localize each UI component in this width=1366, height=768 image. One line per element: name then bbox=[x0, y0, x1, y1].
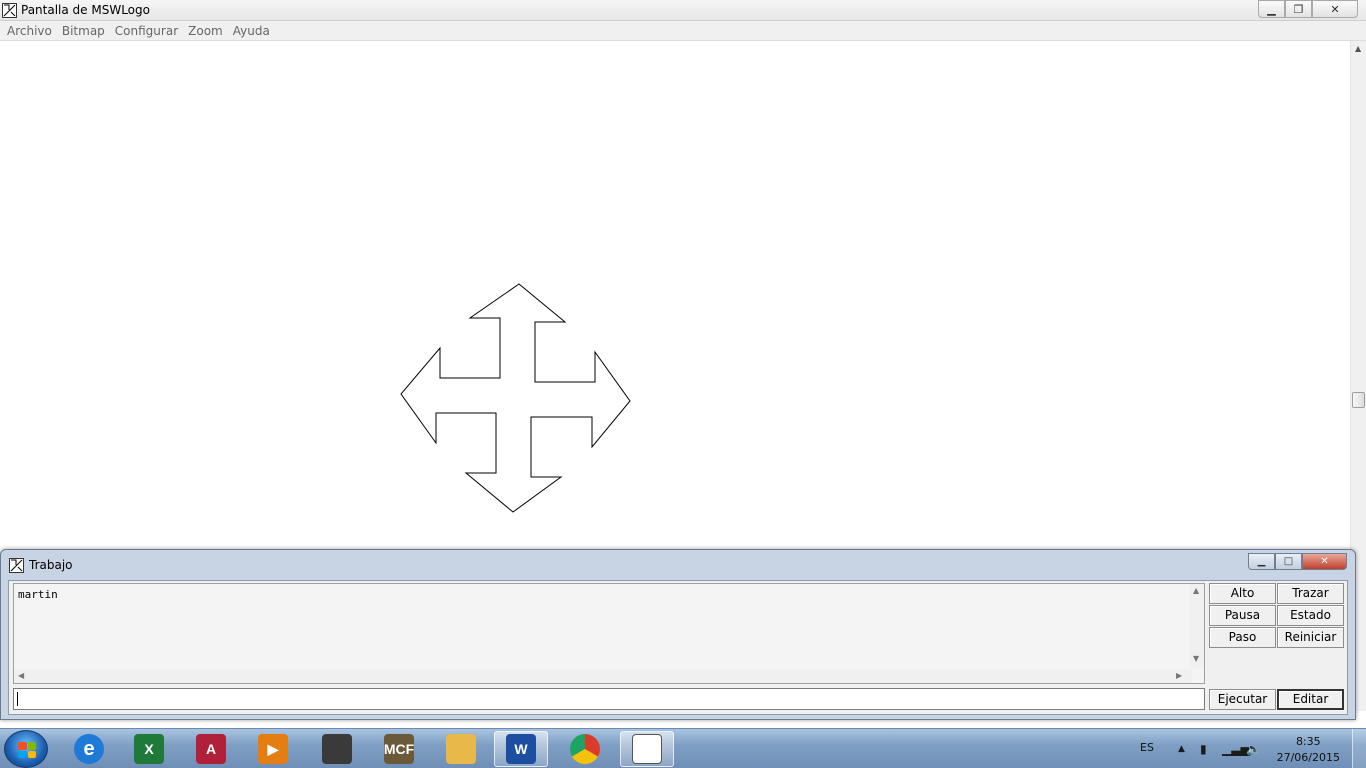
access-icon: A bbox=[196, 734, 226, 764]
show-hidden-icons-icon[interactable]: ▲ bbox=[1178, 744, 1185, 754]
game-icon bbox=[322, 734, 352, 764]
menu-archivo[interactable]: Archivo bbox=[2, 21, 57, 40]
trabajo-minimize-button[interactable]: ▁ bbox=[1248, 553, 1275, 570]
ejecutar-button[interactable]: Ejecutar bbox=[1209, 689, 1276, 710]
restore-button[interactable]: ❐ bbox=[1285, 0, 1312, 18]
trabajo-window: Trabajo ▁ □ ✕ martin ▲ ▼ ◀ ▶ Alto Trazar… bbox=[0, 549, 1356, 720]
mcf-icon: MCF bbox=[384, 734, 414, 764]
menu-configurar[interactable]: Configurar bbox=[110, 21, 183, 40]
media-player-icon: ▶ bbox=[258, 734, 288, 764]
trazar-button[interactable]: Trazar bbox=[1277, 583, 1344, 604]
excel-icon: X bbox=[134, 734, 164, 764]
file-explorer-icon bbox=[446, 734, 476, 764]
close-icon: ✕ bbox=[1320, 556, 1329, 567]
menu-ayuda[interactable]: Ayuda bbox=[228, 21, 275, 40]
paso-button[interactable]: Paso bbox=[1209, 627, 1276, 648]
volume-icon[interactable]: 🔈 bbox=[1246, 742, 1261, 756]
trabajo-body: martin ▲ ▼ ◀ ▶ Alto Trazar Pausa Estado bbox=[8, 580, 1348, 715]
command-input[interactable] bbox=[13, 688, 1205, 710]
screen: Pantalla de MSWLogo ▁ ❐ ✕ Archivo Bitmap… bbox=[0, 0, 1366, 768]
maximize-icon: □ bbox=[1283, 556, 1294, 567]
restore-icon: ❐ bbox=[1293, 2, 1304, 16]
text-caret bbox=[17, 692, 18, 706]
menu-bitmap[interactable]: Bitmap bbox=[57, 21, 110, 40]
start-button[interactable] bbox=[4, 730, 48, 768]
history-vertical-scrollbar[interactable]: ▲ ▼ bbox=[1190, 584, 1204, 669]
taskbar-app-game[interactable] bbox=[310, 731, 364, 767]
scroll-left-icon[interactable]: ◀ bbox=[18, 671, 24, 680]
menu-zoom[interactable]: Zoom bbox=[183, 21, 228, 40]
history-line: martin bbox=[18, 588, 58, 601]
mswlogo-icon bbox=[632, 734, 662, 764]
clock-time: 8:35 bbox=[1295, 735, 1321, 748]
alto-button[interactable]: Alto bbox=[1209, 583, 1276, 604]
trabajo-app-icon[interactable] bbox=[9, 558, 24, 573]
turtle-drawing bbox=[400, 283, 631, 513]
scroll-up-icon[interactable]: ▲ bbox=[1355, 44, 1361, 53]
arrow-cross-shape bbox=[400, 283, 631, 513]
internet-explorer-icon: e bbox=[74, 734, 104, 764]
scrollbar-thumb[interactable] bbox=[1352, 392, 1365, 408]
pausa-button[interactable]: Pausa bbox=[1209, 605, 1276, 626]
minimize-icon: ▁ bbox=[1267, 2, 1276, 16]
scroll-up-icon[interactable]: ▲ bbox=[1193, 586, 1199, 595]
taskbar-app-word[interactable]: W bbox=[494, 731, 548, 767]
language-indicator[interactable]: ES bbox=[1140, 741, 1154, 754]
main-window-titlebar[interactable]: Pantalla de MSWLogo ▁ ❐ ✕ bbox=[0, 0, 1366, 21]
estado-button[interactable]: Estado bbox=[1277, 605, 1344, 626]
windows-logo-icon bbox=[18, 742, 36, 758]
reiniciar-button[interactable]: Reiniciar bbox=[1277, 627, 1344, 648]
scroll-down-icon[interactable]: ▼ bbox=[1193, 654, 1199, 663]
drawing-canvas[interactable] bbox=[0, 41, 1350, 549]
window-title: Pantalla de MSWLogo bbox=[21, 3, 150, 17]
scroll-right-icon[interactable]: ▶ bbox=[1176, 671, 1182, 680]
clock[interactable]: 8:35 27/06/2015 bbox=[1277, 734, 1340, 766]
taskbar-app-internet-explorer[interactable]: e bbox=[62, 731, 116, 767]
clock-date: 27/06/2015 bbox=[1276, 751, 1340, 764]
trabajo-title: Trabajo bbox=[29, 558, 73, 572]
trabajo-maximize-button[interactable]: □ bbox=[1275, 553, 1302, 570]
menu-bar: Archivo Bitmap Configurar Zoom Ayuda bbox=[0, 21, 1366, 41]
close-icon: ✕ bbox=[1330, 2, 1340, 16]
taskbar-app-excel[interactable]: X bbox=[122, 731, 176, 767]
system-tray: ES ▲ ▮ ▁▃▅ 🔈 8:35 27/06/2015 bbox=[1136, 729, 1366, 768]
minimize-button[interactable]: ▁ bbox=[1258, 0, 1285, 18]
taskbar-app-file-explorer[interactable] bbox=[434, 731, 488, 767]
history-horizontal-scrollbar[interactable]: ◀ ▶ bbox=[14, 669, 1192, 683]
word-icon: W bbox=[506, 734, 536, 764]
taskbar-app-mcf[interactable]: MCF bbox=[372, 731, 426, 767]
taskbar-app-access[interactable]: A bbox=[184, 731, 238, 767]
trabajo-close-button[interactable]: ✕ bbox=[1302, 553, 1347, 570]
minimize-icon: ▁ bbox=[1257, 556, 1266, 567]
taskbar-app-mswlogo[interactable] bbox=[620, 731, 674, 767]
battery-icon[interactable]: ▮ bbox=[1200, 742, 1207, 756]
taskbar: e X A ▶ MCF W ES ▲ ▮ ▁▃▅ 🔈 8:35 27/06/2015 bbox=[0, 728, 1366, 768]
taskbar-app-media-player[interactable]: ▶ bbox=[246, 731, 300, 767]
taskbar-app-chrome[interactable] bbox=[558, 731, 612, 767]
chrome-icon bbox=[570, 734, 600, 764]
close-button[interactable]: ✕ bbox=[1312, 0, 1358, 18]
command-history[interactable]: martin ▲ ▼ ◀ ▶ bbox=[13, 583, 1205, 684]
editar-button[interactable]: Editar bbox=[1277, 689, 1344, 710]
show-desktop-button[interactable] bbox=[1352, 729, 1366, 768]
mswlogo-app-icon[interactable] bbox=[2, 3, 17, 18]
